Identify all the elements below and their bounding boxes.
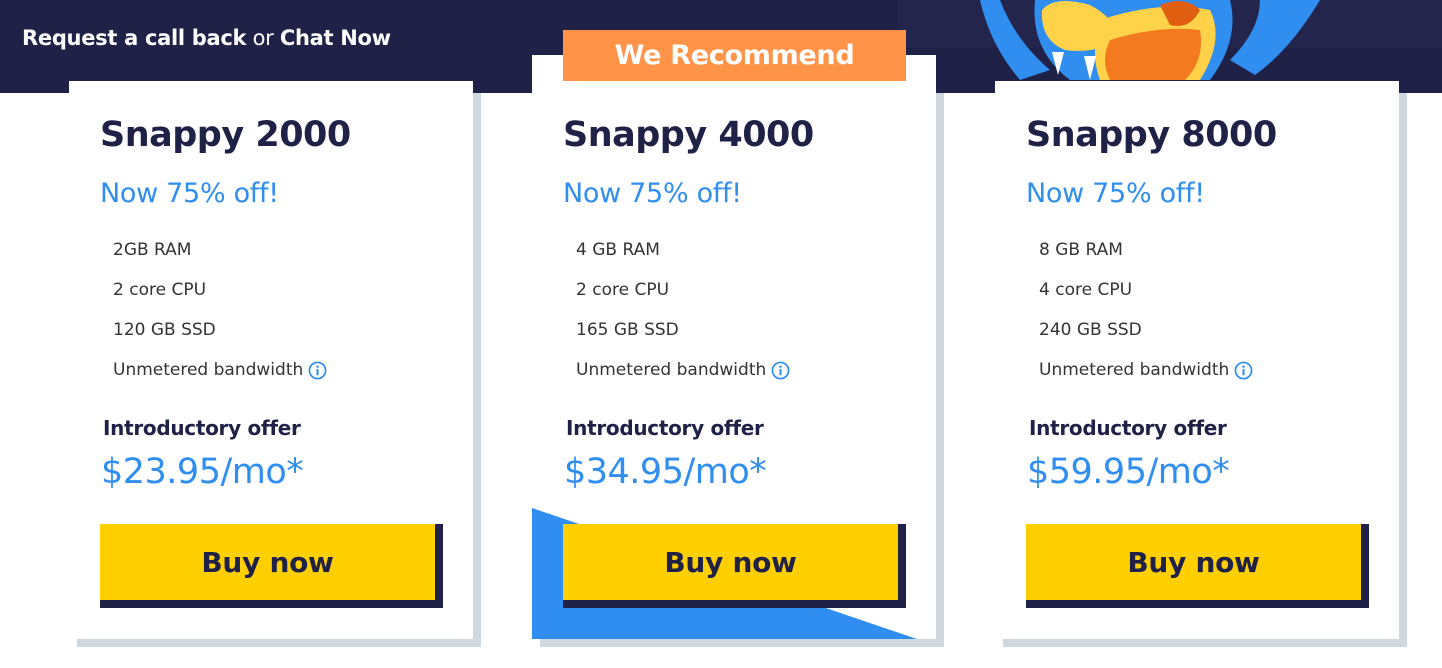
intro-offer-label: Introductory offer	[103, 416, 301, 440]
request-callback-link[interactable]: Request a call back	[22, 26, 247, 50]
feature-cpu: 2 core CPU	[576, 280, 670, 300]
chat-now-link[interactable]: Chat Now	[280, 26, 391, 50]
or-label: or	[252, 26, 274, 50]
feature-cpu: 4 core CPU	[1039, 280, 1133, 300]
buy-now-button[interactable]: Buy now	[100, 524, 435, 600]
contact-bar: Request a call back or Chat Now	[22, 26, 391, 50]
we-recommend-badge: We Recommend	[563, 30, 906, 81]
plan-discount: Now 75% off!	[563, 178, 742, 209]
info-circle-icon[interactable]	[1234, 361, 1253, 380]
plan-title: Snappy 8000	[1026, 115, 1277, 155]
pricing-page: Request a call back or Chat Now Snappy 2…	[0, 0, 1442, 668]
intro-offer-label: Introductory offer	[1029, 416, 1227, 440]
feature-storage: 240 GB SSD	[1039, 320, 1142, 340]
plan-features: 2GB RAM 2 core CPU 120 GB SSD Unmetered …	[113, 240, 327, 400]
plan-price: $34.95/mo*	[564, 452, 767, 492]
info-circle-icon[interactable]	[771, 361, 790, 380]
feature-cpu: 2 core CPU	[113, 280, 207, 300]
feature-ram: 8 GB RAM	[1039, 240, 1123, 260]
plan-discount: Now 75% off!	[1026, 178, 1205, 209]
buy-now-button[interactable]: Buy now	[563, 524, 898, 600]
feature-bandwidth: Unmetered bandwidth	[113, 360, 327, 400]
feature-ram: 4 GB RAM	[576, 240, 660, 260]
plan-price: $59.95/mo*	[1027, 452, 1230, 492]
intro-offer-label: Introductory offer	[566, 416, 764, 440]
plan-price: $23.95/mo*	[101, 452, 304, 492]
feature-storage: 165 GB SSD	[576, 320, 679, 340]
feature-ram: 2GB RAM	[113, 240, 192, 260]
buy-now-button[interactable]: Buy now	[1026, 524, 1361, 600]
plan-discount: Now 75% off!	[100, 178, 279, 209]
feature-bandwidth: Unmetered bandwidth	[1039, 360, 1253, 400]
feature-bandwidth: Unmetered bandwidth	[576, 360, 790, 400]
gator-mascot-icon	[980, 0, 1320, 81]
plan-title: Snappy 2000	[100, 115, 351, 155]
feature-storage: 120 GB SSD	[113, 320, 216, 340]
info-circle-icon[interactable]	[308, 361, 327, 380]
plan-title: Snappy 4000	[563, 115, 814, 155]
plan-features: 4 GB RAM 2 core CPU 165 GB SSD Unmetered…	[576, 240, 790, 400]
plan-features: 8 GB RAM 4 core CPU 240 GB SSD Unmetered…	[1039, 240, 1253, 400]
